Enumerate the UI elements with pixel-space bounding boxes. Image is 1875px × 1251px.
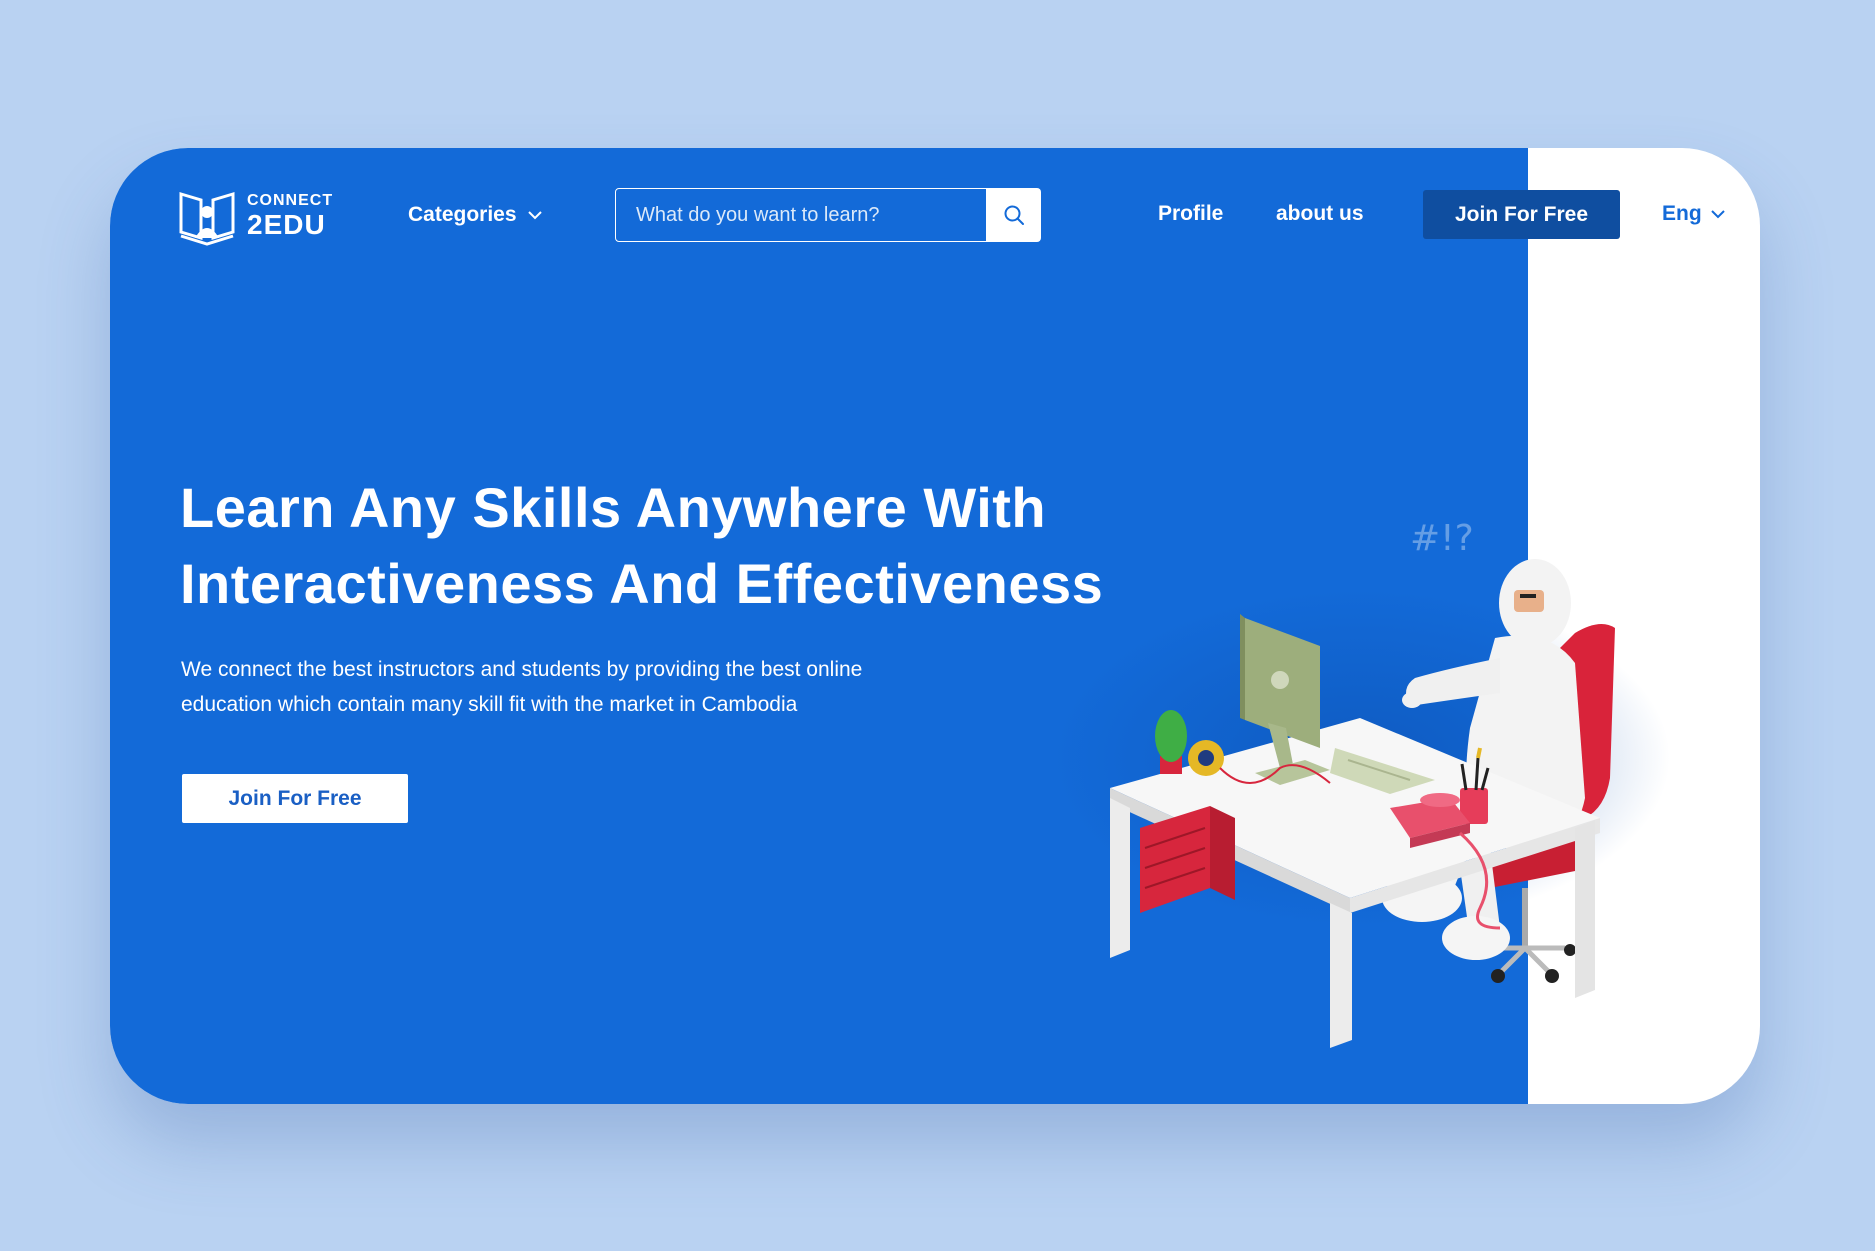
- chevron-down-icon: [1710, 210, 1725, 219]
- search-bar: [615, 188, 1041, 242]
- search-icon: [1004, 205, 1024, 225]
- nav-about-link[interactable]: about us: [1276, 202, 1364, 226]
- hero-headline-line1: Learn Any Skills Anywhere With: [180, 476, 1047, 539]
- chevron-down-icon: [527, 211, 542, 220]
- join-free-button-hero[interactable]: Join For Free: [182, 774, 408, 823]
- language-label: Eng: [1662, 202, 1702, 225]
- categories-label: Categories: [408, 203, 517, 226]
- hero-card: CONNECT 2EDU Categories Profile about us…: [110, 148, 1760, 1104]
- brand-line2: 2EDU: [247, 209, 326, 240]
- join-free-button-header[interactable]: Join For Free: [1423, 190, 1620, 239]
- categories-dropdown[interactable]: Categories: [408, 203, 543, 227]
- book-person-icon: [179, 191, 235, 246]
- nav-profile-link[interactable]: Profile: [1158, 202, 1223, 226]
- brand-logo[interactable]: CONNECT 2EDU: [175, 184, 333, 248]
- brand-line1: CONNECT: [247, 192, 334, 209]
- search-input[interactable]: [615, 188, 987, 242]
- workspace-illustration: #!?: [1050, 518, 1670, 1048]
- brand-wordmark: CONNECT 2EDU: [247, 193, 333, 239]
- svg-text:#!?: #!?: [1410, 518, 1474, 559]
- hero-description-line1: We connect the best instructors and stud…: [181, 658, 863, 681]
- hero-description-line2: education which contain many skill fit w…: [181, 693, 798, 716]
- hero-headline-line2: Interactiveness And Effectiveness: [180, 552, 1104, 615]
- language-selector[interactable]: Eng: [1662, 202, 1726, 226]
- hero-description: We connect the best instructors and stud…: [181, 652, 941, 722]
- search-button[interactable]: [987, 188, 1041, 242]
- fan: [1188, 740, 1224, 776]
